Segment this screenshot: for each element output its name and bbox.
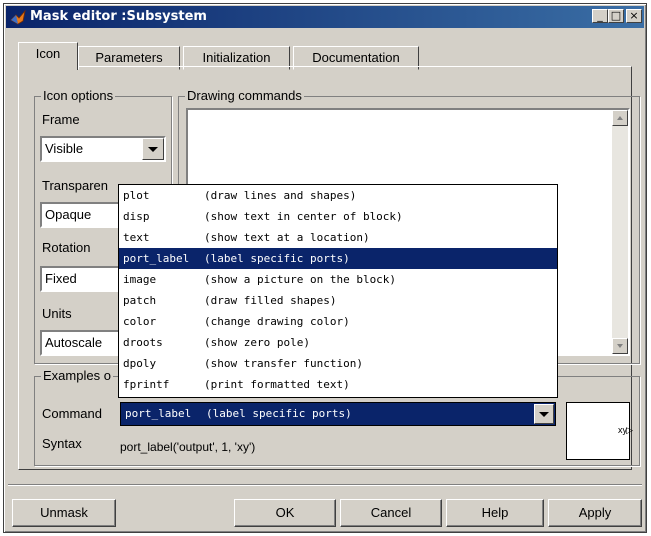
command-option-keyword: dpoly: [123, 357, 157, 370]
command-option-keyword: port_label: [123, 252, 190, 265]
maximize-icon: □: [610, 9, 622, 22]
transparency-label: Transparen: [42, 178, 108, 193]
apply-button[interactable]: Apply: [548, 499, 642, 527]
command-label: Command: [42, 406, 102, 421]
port-arrow-icon: ▷: [626, 425, 633, 435]
unmask-button[interactable]: Unmask: [12, 499, 116, 527]
command-option[interactable]: dpoly (show transfer function): [119, 353, 557, 374]
drawing-commands-title: Drawing commands: [185, 88, 304, 103]
button-separator: [8, 484, 642, 486]
frame-label: Frame: [42, 112, 80, 127]
command-option-description: (draw lines and shapes): [204, 189, 357, 202]
window-title: Mask editor :Subsystem: [30, 9, 207, 24]
command-option-description: (show transfer function): [204, 357, 363, 370]
command-option-description: (show zero pole): [204, 336, 310, 349]
unmask-label: Unmask: [40, 505, 88, 520]
command-option[interactable]: text (show text at a location): [119, 227, 557, 248]
cancel-button[interactable]: Cancel: [340, 499, 442, 527]
command-dropdown-list[interactable]: plot (draw lines and shapes) disp (show tex…: [118, 184, 558, 398]
title-bar[interactable]: Mask editor :Subsystem _ □ ×: [6, 6, 644, 28]
minimize-button[interactable]: _: [592, 9, 608, 23]
command-option-description: (change drawing color): [204, 315, 350, 328]
ok-button[interactable]: OK: [234, 499, 336, 527]
command-option[interactable]: disp (show text in center of block): [119, 206, 557, 227]
frame-value: Visible: [45, 141, 84, 156]
close-button[interactable]: ×: [626, 9, 642, 23]
command-option[interactable]: color (change drawing color): [119, 311, 557, 332]
transparency-value: Opaque: [45, 207, 92, 222]
command-option[interactable]: patch (draw filled shapes): [119, 290, 557, 311]
command-option[interactable]: port_label (label specific ports): [119, 248, 557, 269]
tab-initialization-label: Initialization: [202, 50, 271, 65]
command-option-keyword: patch: [123, 294, 157, 307]
command-option-keyword: fprintf: [123, 378, 170, 391]
command-option-description: (label specific ports): [204, 252, 350, 265]
command-option[interactable]: image (show a picture on the block): [119, 269, 557, 290]
command-option[interactable]: plot (draw lines and shapes): [119, 185, 557, 206]
units-value: Autoscale: [45, 335, 103, 350]
units-label: Units: [42, 306, 72, 321]
tab-documentation-label: Documentation: [312, 50, 400, 65]
chevron-down-icon: [148, 147, 158, 152]
frame-select[interactable]: Visible: [40, 136, 166, 162]
tab-icon-label: Icon: [35, 46, 61, 61]
frame-dropdown-button[interactable]: [142, 138, 164, 160]
examples-title: Examples o: [41, 368, 113, 383]
scroll-down-button[interactable]: [612, 338, 628, 354]
command-option-keyword: droots: [123, 336, 163, 349]
command-select[interactable]: port_label (label specific ports): [120, 402, 556, 426]
tab-parameters-label: Parameters: [95, 50, 163, 65]
chevron-down-icon: [539, 412, 549, 417]
command-option-keyword: disp: [123, 210, 150, 223]
command-option-description: (draw filled shapes): [204, 294, 337, 307]
syntax-value: port_label('output', 1, 'xy'): [120, 440, 256, 454]
command-option-description: (show a picture on the block): [204, 273, 397, 286]
maximize-button[interactable]: □: [608, 9, 624, 23]
tab-icon[interactable]: Icon: [18, 42, 78, 70]
minimize-icon: _: [597, 9, 603, 22]
icon-preview: xy ▷: [566, 402, 633, 460]
command-option-keyword: plot: [123, 189, 150, 202]
mask-editor-window: Mask editor :Subsystem _ □ × Icon Parame…: [3, 3, 647, 533]
command-option-keyword: color: [123, 315, 157, 328]
cancel-label: Cancel: [370, 505, 412, 520]
apply-label: Apply: [578, 505, 612, 520]
command-option[interactable]: droots (show zero pole): [119, 332, 557, 353]
command-option-keyword: image: [123, 273, 157, 286]
command-keyword: port_label: [125, 407, 192, 420]
ok-label: OK: [275, 505, 295, 520]
matlab-logo-icon: [10, 9, 26, 25]
icon-options-title: Icon options: [41, 88, 116, 103]
arrow-up-icon: [617, 116, 623, 120]
command-option-description: (print formatted text): [204, 378, 350, 391]
rotation-value: Fixed: [45, 271, 77, 286]
help-label: Help: [481, 505, 509, 520]
command-option-description: (show text at a location): [204, 231, 370, 244]
syntax-label: Syntax: [42, 436, 82, 451]
command-option-keyword: text: [123, 231, 150, 244]
arrow-down-icon: [617, 344, 623, 348]
scroll-up-button[interactable]: [612, 110, 628, 126]
help-button[interactable]: Help: [446, 499, 544, 527]
command-description: (label specific ports): [206, 407, 352, 420]
command-option[interactable]: fprintf (print formatted text): [119, 374, 557, 395]
drawing-commands-scrollbar[interactable]: [612, 110, 628, 354]
rotation-label: Rotation: [42, 240, 91, 255]
command-dropdown-button[interactable]: [534, 404, 554, 424]
command-option-description: (show text in center of block): [204, 210, 403, 223]
close-icon: ×: [629, 9, 639, 22]
